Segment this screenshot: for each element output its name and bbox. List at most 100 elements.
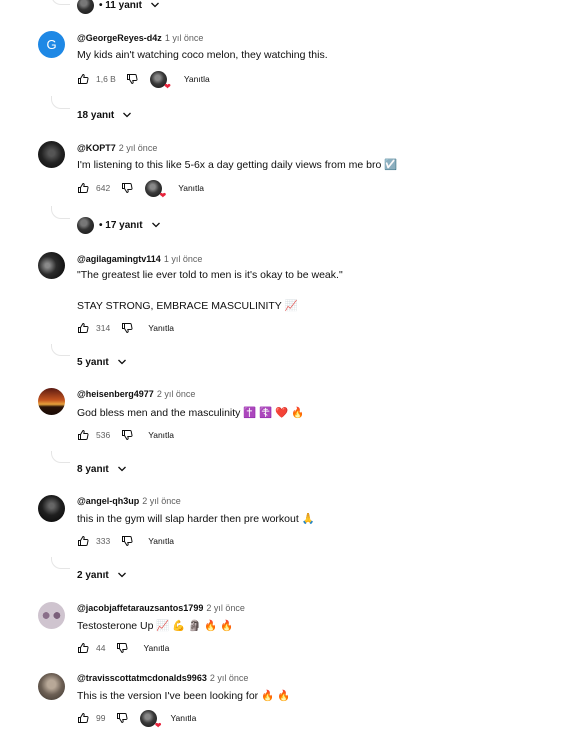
comment-header: @angel-qh3up 2 yıl önce [77,496,181,506]
comment-time[interactable]: 1 yıl önce [165,33,204,43]
comment-author[interactable]: @travisscottatmcdonalds9963 [77,673,207,683]
thread-line [51,0,70,5]
like-count: 333 [96,536,111,546]
comment-author[interactable]: @KOPT7 [77,143,116,153]
avatar-letter: G [46,37,57,52]
comment-time[interactable]: 1 yıl önce [164,254,203,264]
thumbs-down-icon[interactable] [126,73,138,85]
comment-actions: 1,6 B ❤ Yanıtla [77,70,210,90]
replies-toggle[interactable]: 5 yanıt [77,355,127,369]
comment-header: @travisscottatmcdonalds9963 2 yıl önce [77,673,248,683]
replies-toggle[interactable]: 18 yanıt [77,108,132,122]
comment-author[interactable]: @jacobjaffetarauzsantos1799 [77,603,203,613]
thumbs-up-icon[interactable] [77,322,89,334]
comment-actions: 44 Yanıtla [77,641,169,655]
creator-avatar [77,216,94,234]
like-count: 642 [96,183,111,193]
comment-text: I'm listening to this like 5-6x a day ge… [77,159,398,171]
comment-author[interactable]: @GeorgeReyes-d4z [77,33,162,43]
comment-header: @heisenberg4977 2 yıl önce [77,389,195,399]
like-count: 314 [96,323,111,333]
comment-actions: 536 Yanıtla [77,428,174,442]
reply-button[interactable]: Yanıtla [148,323,174,333]
chevron-down-icon [117,572,126,578]
replies-toggle[interactable]: 2 yanıt [77,568,127,582]
thread-line [51,557,70,569]
comment-header: @jacobjaffetarauzsantos1799 2 yıl önce [77,603,245,613]
creator-heart-avatar: ❤ [145,179,166,199]
comment-time[interactable]: 2 yıl önce [157,389,196,399]
thumbs-up-icon[interactable] [77,182,89,194]
comment-header: @KOPT7 2 yıl önce [77,143,157,153]
comment-text: this in the gym will slap harder then pr… [77,513,315,525]
reply-button[interactable]: Yanıtla [170,713,196,723]
like-count: 536 [96,430,111,440]
replies-toggle[interactable]: 8 yanıt [77,462,127,476]
comment-actions: 314 Yanıtla [77,321,174,335]
heart-icon: ❤ [164,81,171,91]
comment-actions: 99 ❤ Yanıtla [77,709,196,729]
reply-button[interactable]: Yanıtla [148,536,174,546]
chevron-down-icon [151,222,160,228]
thumbs-down-icon[interactable] [121,535,133,547]
comment-author[interactable]: @heisenberg4977 [77,389,154,399]
comment-text: "The greatest lie ever told to men is it… [77,269,343,281]
thumbs-up-icon[interactable] [77,535,89,547]
comment-text: This is the version I've been looking fo… [77,690,291,702]
reply-button[interactable]: Yanıtla [143,643,169,653]
comment-actions: 642 ❤ Yanıtla [77,179,204,199]
creator-heart-avatar: ❤ [140,709,161,729]
thumbs-up-icon[interactable] [77,73,89,85]
avatar[interactable]: G [38,31,65,58]
avatar[interactable] [38,141,65,168]
thumbs-down-icon[interactable] [116,642,128,654]
thumbs-down-icon[interactable] [121,182,133,194]
thumbs-down-icon[interactable] [121,429,133,441]
chevron-down-icon [123,112,132,118]
replies-label: • 11 yanıt [99,0,142,11]
avatar[interactable] [38,602,65,629]
thumbs-down-icon[interactable] [116,712,128,724]
comment-time[interactable]: 2 yıl önce [119,143,158,153]
reply-button[interactable]: Yanıtla [178,183,204,193]
comment-header: @GeorgeReyes-d4z 1 yıl önce [77,33,203,43]
heart-icon: ❤ [159,190,167,200]
like-count: 44 [96,643,106,653]
thread-line [51,96,70,109]
avatar[interactable] [38,388,65,415]
thumbs-up-icon[interactable] [77,429,89,441]
comment-actions: 333 Yanıtla [77,534,174,548]
comment-text: Testosterone Up 📈 💪 🗿 🔥 🔥 [77,620,234,632]
creator-avatar [77,0,94,14]
thumbs-down-icon[interactable] [121,322,133,334]
replies-toggle[interactable]: • 11 yanıt [77,0,160,14]
creator-heart-avatar: ❤ [149,70,171,90]
thread-line [51,344,70,356]
thumbs-up-icon[interactable] [77,712,89,724]
replies-toggle[interactable]: • 17 yanıt [77,216,161,234]
like-count: 1,6 B [96,74,116,84]
thread-line [51,451,70,463]
replies-label: 2 yanıt [77,569,109,581]
heart-icon: ❤ [154,720,162,730]
reply-button[interactable]: Yanıtla [184,74,210,84]
avatar[interactable] [38,673,65,700]
avatar[interactable] [38,495,65,522]
comment-time[interactable]: 2 yıl önce [142,496,181,506]
comment-time[interactable]: 2 yıl önce [210,673,249,683]
comment-text: God bless men and the masculinity ✝️ ☦️ … [77,407,305,419]
thumbs-up-icon[interactable] [77,642,89,654]
chevron-down-icon [117,359,126,365]
comment-text: My kids ain't watching coco melon, they … [77,49,328,61]
like-count: 99 [96,713,106,723]
chevron-down-icon [117,466,126,472]
avatar[interactable] [38,252,65,279]
comment-header: @agilagamingtv114 1 yıl önce [77,254,202,264]
comment-time[interactable]: 2 yıl önce [206,603,245,613]
replies-label: 5 yanıt [77,356,109,368]
reply-button[interactable]: Yanıtla [148,430,174,440]
comment-text: STAY STRONG, EMBRACE MASCULINITY 📈 [77,300,298,312]
comment-author[interactable]: @angel-qh3up [77,496,139,506]
thread-line [51,206,70,219]
comment-author[interactable]: @agilagamingtv114 [77,254,161,264]
